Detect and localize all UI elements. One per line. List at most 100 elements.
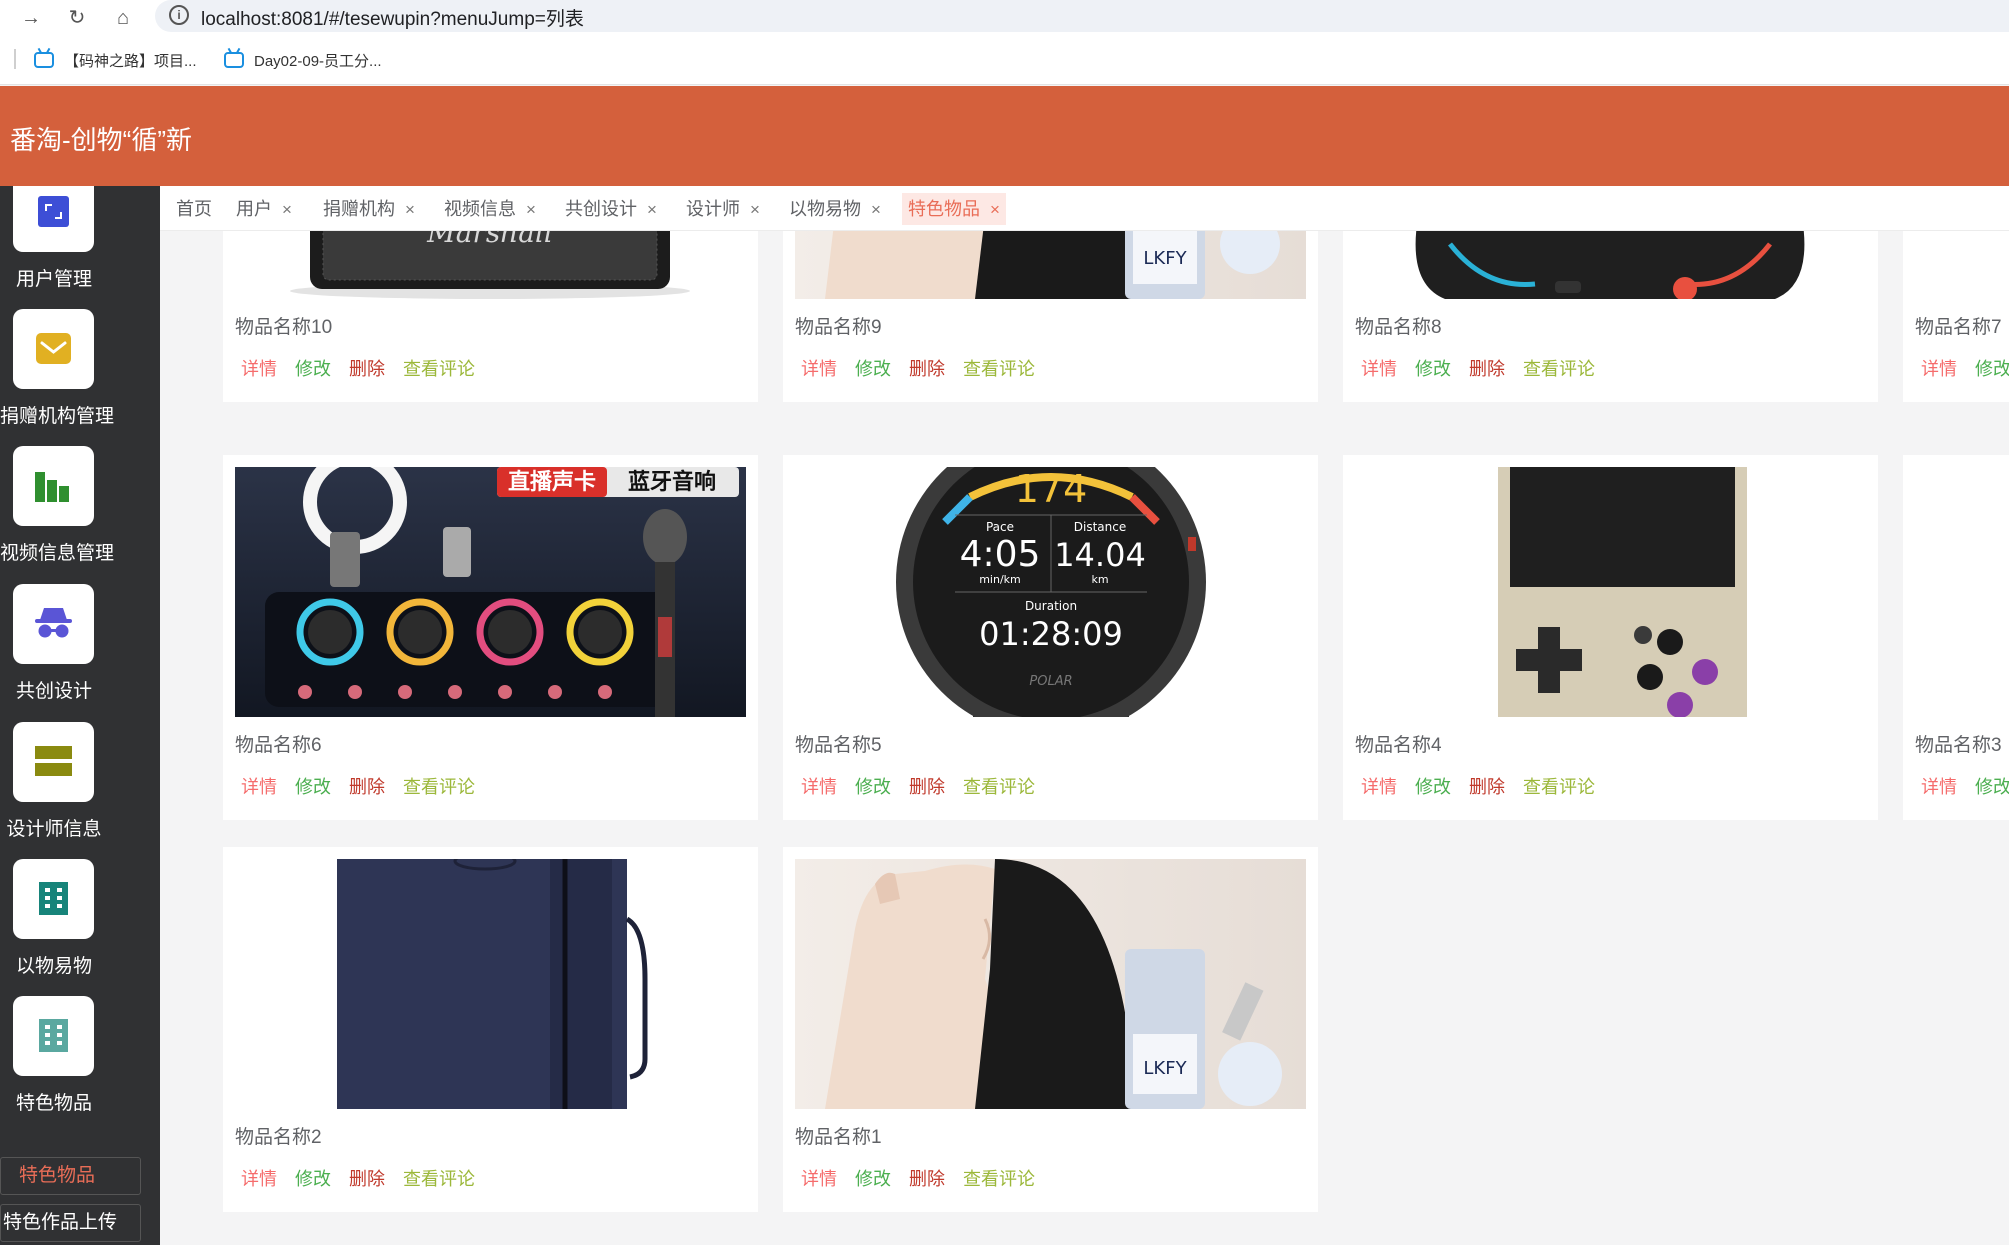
product-card: 物品名称7 详情修改删除查看评论 bbox=[1903, 231, 2009, 402]
site-info-icon[interactable]: i bbox=[169, 5, 189, 25]
sidebar-item-designers[interactable]: 设计师信息 bbox=[0, 722, 160, 859]
edit-link[interactable]: 修改 bbox=[1975, 777, 2009, 797]
close-icon[interactable]: × bbox=[405, 200, 415, 219]
sidebar: 用户管理 捐赠机构管理 视频信息管理 共创设计 设计师信息 以物易物 特色物品 … bbox=[0, 186, 160, 1245]
tab-co-design[interactable]: 共创设计 × bbox=[559, 193, 663, 225]
menu-icon-box bbox=[13, 584, 94, 664]
building-icon bbox=[39, 1019, 68, 1052]
delete-link[interactable]: 删除 bbox=[349, 1169, 385, 1189]
tab-designers[interactable]: 设计师 × bbox=[680, 193, 766, 225]
menu-icon-box bbox=[13, 186, 94, 252]
menu-icon-box bbox=[13, 859, 94, 939]
tab-featured-items[interactable]: 特色物品 × bbox=[902, 193, 1006, 225]
reload-icon[interactable]: ↻ bbox=[62, 3, 92, 33]
product-image[interactable]: 174 Pace 4:05 min/km Distance 14.04 km D… bbox=[795, 467, 1306, 717]
delete-link[interactable]: 删除 bbox=[909, 359, 945, 379]
edit-link[interactable]: 修改 bbox=[1415, 359, 1451, 379]
product-image[interactable] bbox=[1355, 467, 1866, 717]
detail-link[interactable]: 详情 bbox=[241, 1169, 277, 1189]
close-icon[interactable]: × bbox=[871, 200, 881, 219]
delete-link[interactable]: 删除 bbox=[1469, 777, 1505, 797]
detail-link[interactable]: 详情 bbox=[241, 359, 277, 379]
sidebar-item-barter[interactable]: 以物易物 bbox=[0, 859, 160, 996]
sidebar-item-users[interactable]: 用户管理 bbox=[0, 186, 160, 309]
watch-heart-rate: 174 bbox=[1015, 467, 1088, 511]
product-name: 物品名称4 bbox=[1355, 735, 1442, 756]
delete-link[interactable]: 删除 bbox=[349, 359, 385, 379]
view-reviews-link[interactable]: 查看评论 bbox=[963, 777, 1035, 797]
sidebar-item-featured[interactable]: 特色物品 bbox=[0, 996, 160, 1133]
edit-link[interactable]: 修改 bbox=[295, 1169, 331, 1189]
detail-link[interactable]: 详情 bbox=[801, 359, 837, 379]
user-management-icon bbox=[38, 196, 69, 227]
view-reviews-link[interactable]: 查看评论 bbox=[1523, 777, 1595, 797]
product-image[interactable] bbox=[235, 859, 746, 1109]
tab-label: 视频信息 bbox=[444, 199, 516, 219]
detail-link[interactable]: 详情 bbox=[1361, 359, 1397, 379]
bookmark-label: 【码神之路】项目... bbox=[64, 52, 197, 70]
url-text[interactable]: localhost:8081/#/tesewupin?menuJump=列表 bbox=[201, 4, 584, 31]
card-actions: 详情修改删除查看评论 bbox=[241, 773, 493, 799]
product-image[interactable]: Marshall bbox=[235, 231, 746, 299]
sidebar-item-co-design[interactable]: 共创设计 bbox=[0, 584, 160, 721]
bar-chart-icon bbox=[35, 472, 69, 502]
delete-link[interactable]: 删除 bbox=[909, 777, 945, 797]
tab-barter[interactable]: 以物易物 × bbox=[783, 193, 887, 225]
close-icon[interactable]: × bbox=[750, 200, 760, 219]
close-icon[interactable]: × bbox=[647, 200, 657, 219]
tab-videos[interactable]: 视频信息 × bbox=[438, 193, 542, 225]
submenu-featured-items[interactable]: 特色物品 bbox=[0, 1157, 141, 1195]
delete-link[interactable]: 删除 bbox=[909, 1169, 945, 1189]
view-reviews-link[interactable]: 查看评论 bbox=[1523, 359, 1595, 379]
detail-link[interactable]: 详情 bbox=[1921, 359, 1957, 379]
tab-users[interactable]: 用户 × bbox=[230, 193, 298, 225]
sidebar-item-videos[interactable]: 视频信息管理 bbox=[0, 446, 160, 583]
edit-link[interactable]: 修改 bbox=[295, 359, 331, 379]
detail-link[interactable]: 详情 bbox=[1921, 777, 1957, 797]
product-image[interactable]: 直播声卡 蓝牙音响 bbox=[235, 467, 746, 717]
tab-home[interactable]: 首页 bbox=[170, 193, 218, 225]
home-icon[interactable]: ⌂ bbox=[108, 3, 138, 33]
product-image[interactable] bbox=[1915, 467, 2009, 717]
tab-donation-orgs[interactable]: 捐赠机构 × bbox=[317, 193, 421, 225]
close-icon[interactable]: × bbox=[990, 200, 1000, 219]
detail-link[interactable]: 详情 bbox=[801, 1169, 837, 1189]
forward-icon[interactable]: → bbox=[16, 3, 46, 33]
product-grid: Marshall 物品名称10 详情 修改 删除 查看评论 LKFY 物品名称9 详情… bbox=[160, 231, 2009, 1245]
delete-link[interactable]: 删除 bbox=[1469, 359, 1505, 379]
close-icon[interactable]: × bbox=[282, 200, 292, 219]
watch-brand: POLAR bbox=[1029, 674, 1072, 689]
product-image[interactable] bbox=[1915, 231, 2009, 299]
watch-distance-unit: km bbox=[1091, 573, 1108, 586]
sidebar-item-donation-orgs[interactable]: 捐赠机构管理 bbox=[0, 309, 160, 446]
detail-link[interactable]: 详情 bbox=[801, 777, 837, 797]
address-bar[interactable]: i localhost:8081/#/tesewupin?menuJump=列表 bbox=[155, 0, 2009, 32]
product-card: LKFY 物品名称9 详情 修改 删除 查看评论 bbox=[783, 231, 1318, 402]
edit-link[interactable]: 修改 bbox=[1975, 359, 2009, 379]
detail-link[interactable]: 详情 bbox=[1361, 777, 1397, 797]
product-card: 物品名称3 详情修改删除查看评论 bbox=[1903, 455, 2009, 820]
view-reviews-link[interactable]: 查看评论 bbox=[403, 777, 475, 797]
edit-link[interactable]: 修改 bbox=[855, 359, 891, 379]
product-image[interactable]: LKFY bbox=[795, 859, 1306, 1109]
card-actions: 详情修改删除查看评论 bbox=[241, 1165, 493, 1191]
bookmark-item[interactable]: 【码神之路】项目... bbox=[34, 47, 197, 73]
product-image[interactable]: LKFY bbox=[795, 231, 1306, 299]
edit-link[interactable]: 修改 bbox=[295, 777, 331, 797]
card-actions: 详情修改删除查看评论 bbox=[801, 773, 1053, 799]
view-reviews-link[interactable]: 查看评论 bbox=[403, 359, 475, 379]
menu-icon-box bbox=[13, 996, 94, 1076]
view-reviews-link[interactable]: 查看评论 bbox=[403, 1169, 475, 1189]
submenu-featured-upload[interactable]: 特色作品上传 bbox=[0, 1204, 141, 1242]
bookmark-item[interactable]: Day02-09-员工分... bbox=[224, 47, 382, 73]
card-actions: 详情修改删除查看评论 bbox=[1361, 773, 1613, 799]
detail-link[interactable]: 详情 bbox=[241, 777, 277, 797]
edit-link[interactable]: 修改 bbox=[855, 1169, 891, 1189]
view-reviews-link[interactable]: 查看评论 bbox=[963, 1169, 1035, 1189]
delete-link[interactable]: 删除 bbox=[349, 777, 385, 797]
edit-link[interactable]: 修改 bbox=[855, 777, 891, 797]
product-image[interactable] bbox=[1355, 231, 1866, 299]
edit-link[interactable]: 修改 bbox=[1415, 777, 1451, 797]
view-reviews-link[interactable]: 查看评论 bbox=[963, 359, 1035, 379]
close-icon[interactable]: × bbox=[526, 200, 536, 219]
